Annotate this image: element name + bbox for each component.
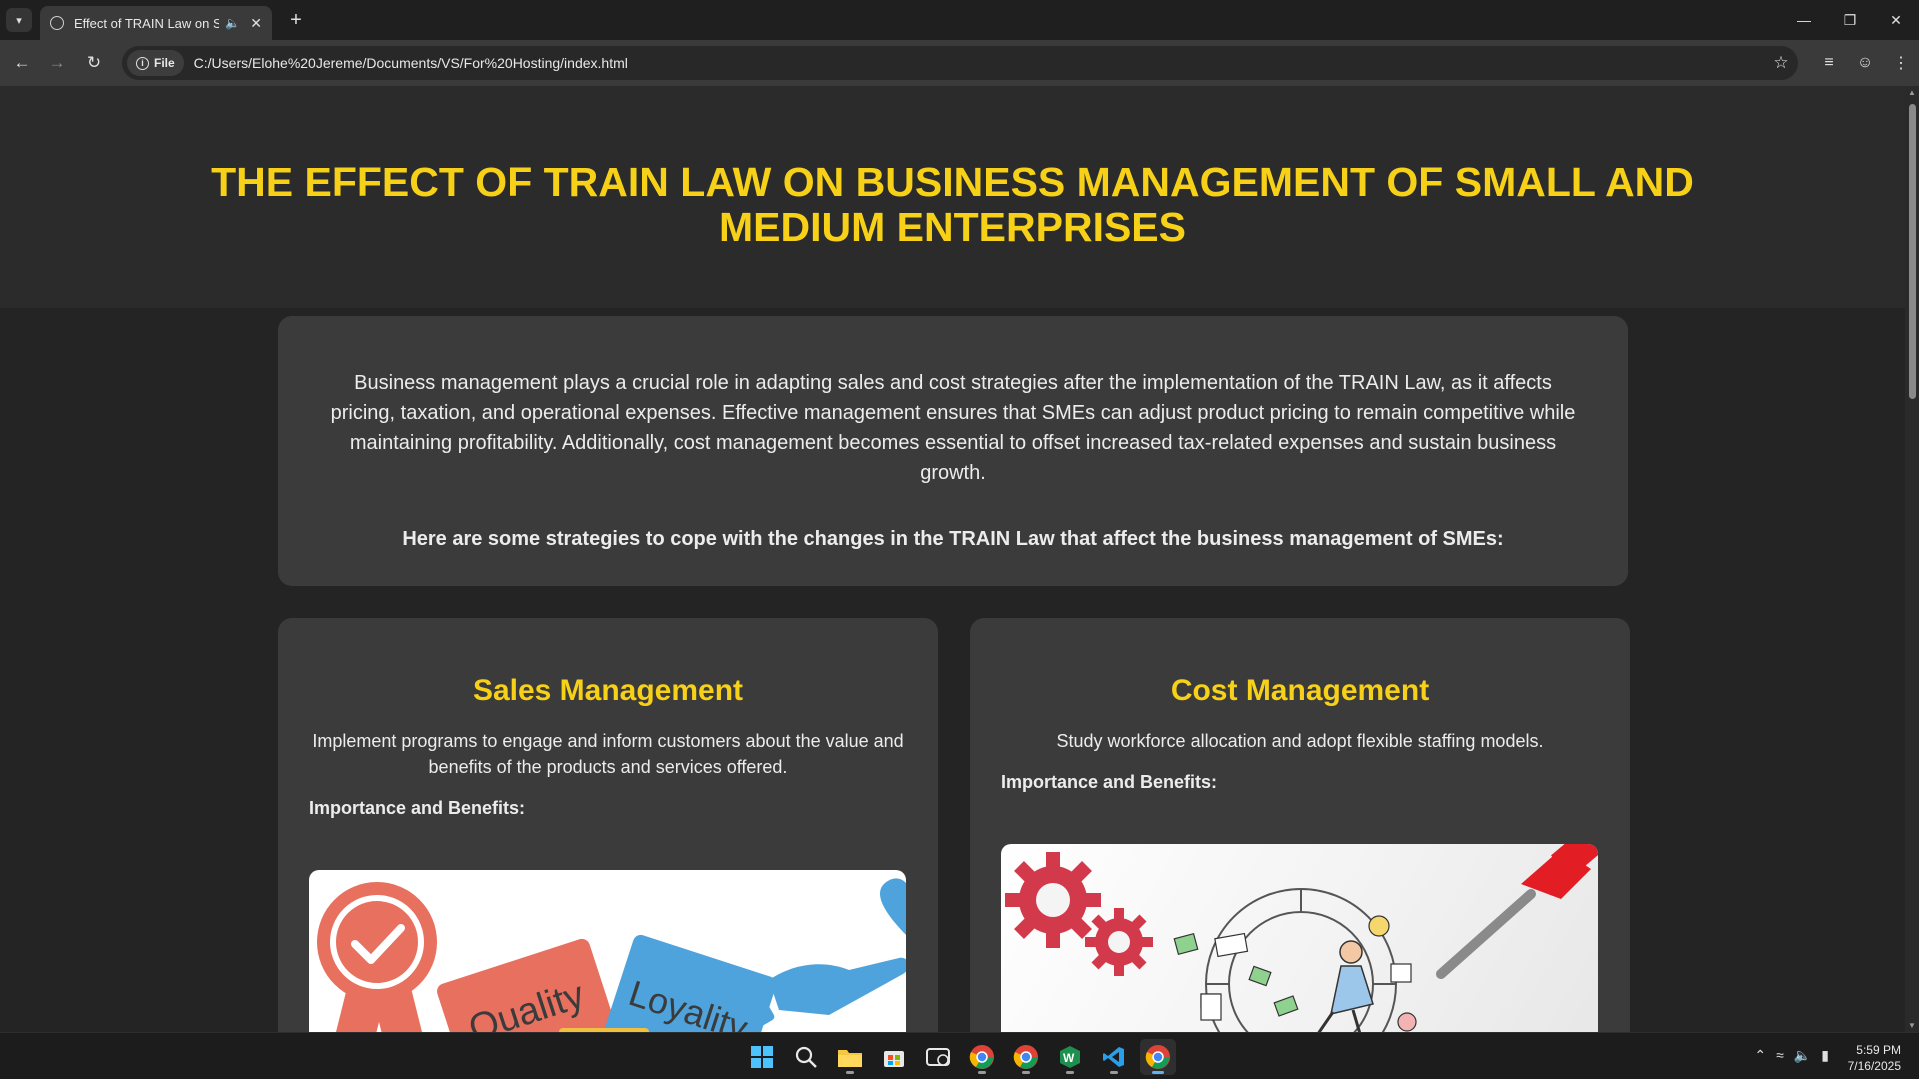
card-heading: Cost Management [1170,674,1430,707]
search-icon[interactable] [788,1039,824,1075]
screwdriver-icon [1436,844,1598,979]
browser-tab-active[interactable]: Effect of TRAIN Law on SMEs 🔈 ✕ [40,6,272,40]
sales-management-card: Sales Management Implement programs to e… [278,618,938,1032]
taskbar-clock[interactable]: 5:59 PM 7/16/2025 [1848,1042,1901,1074]
chevron-up-icon[interactable]: ⌃ [1754,1047,1766,1064]
reload-icon[interactable]: ↻ [82,51,106,75]
url-text[interactable]: C:/Users/Elohe%20Jereme/Documents/VS/For… [194,55,1764,71]
restore-icon[interactable]: ❐ [1827,0,1873,40]
page-viewport: THE EFFECT OF TRAIN LAW ON BUSINESS MANA… [0,86,1905,1032]
battery-icon[interactable]: ▮ [1821,1047,1829,1064]
vscode-icon[interactable] [1096,1039,1132,1075]
browser-tab-strip: ▾ Effect of TRAIN Law on SMEs 🔈 ✕ + — ❐ … [0,0,1919,40]
strategies-heading: Here are some strategies to cope with th… [402,528,1504,550]
remote-desktop-icon[interactable] [920,1039,956,1075]
benefits-label: Importance and Benefits: [309,798,526,818]
toolbar-right-actions: ≡ ☺ ⋮ [1811,51,1919,75]
new-tab-button[interactable]: + [284,8,308,32]
system-tray: ⌃ ≈ 🔈 ▮ [1754,1047,1829,1064]
benefits-label: Importance and Benefits: [1001,772,1218,792]
card-description: Implement programs to engage and inform … [312,731,904,777]
windows-taskbar: W ⌃ ≈ 🔈 ▮ 5:59 PM 7/16/2025 [0,1032,1919,1079]
card-description: Study workforce allocation and adopt fle… [1056,731,1544,751]
forward-icon[interactable]: → [45,51,69,75]
minimize-icon[interactable]: — [1781,0,1827,40]
site-info-chip[interactable]: i File [127,50,184,76]
scroll-up-arrow-icon[interactable]: ▲ [1908,88,1916,97]
tab-title: Effect of TRAIN Law on SMEs [74,15,220,31]
hamster-wheel-icon [1205,888,1397,1032]
clock-time: 5:59 PM [1856,1043,1901,1057]
window-controls: — ❐ ✕ [1781,0,1919,40]
gears-icon [1005,852,1153,976]
documents-icon [1173,915,1417,1032]
close-window-icon[interactable]: ✕ [1873,0,1919,40]
scrollbar-thumb[interactable] [1909,104,1916,399]
clock-date: 7/16/2025 [1847,1059,1901,1073]
taskbar-apps: W [744,1039,1176,1075]
windows-start-icon[interactable] [744,1039,780,1075]
quality-tag-icon: Quality [437,938,616,1032]
speaker-icon[interactable]: 🔈 [225,16,240,30]
bookmark-star-icon[interactable]: ☆ [1764,53,1798,73]
info-icon: i [136,56,149,70]
microsoft-store-icon[interactable] [876,1039,912,1075]
sales-illustration: Quality Loyality [309,870,906,1032]
reading-list-icon[interactable]: ≡ [1811,51,1847,75]
back-icon[interactable]: ← [10,51,34,75]
award-badge-icon [317,882,437,1032]
heart-hand-icon [729,878,906,1030]
file-explorer-icon[interactable] [832,1039,868,1075]
wifi-icon[interactable]: ≈ [1776,1047,1784,1064]
intro-paragraph: Business management plays a crucial role… [330,372,1576,484]
cost-illustration [1001,844,1598,1032]
card-heading: Sales Management [472,674,744,707]
profile-icon[interactable]: ☺ [1847,51,1883,75]
page-scrollbar[interactable]: ▲ ▼ [1905,86,1919,1032]
browser-toolbar: ← → ↻ i File C:/Users/Elohe%20Jereme/Doc… [0,40,1919,86]
volume-icon[interactable]: 🔈 [1794,1047,1811,1064]
cost-management-card: Cost Management Study workforce allocati… [970,618,1630,1032]
page-title: THE EFFECT OF TRAIN LAW ON BUSINESS MANA… [211,159,1694,250]
page-header: THE EFFECT OF TRAIN LAW ON BUSINESS MANA… [0,86,1905,308]
menu-kebab-icon[interactable]: ⋮ [1883,51,1919,75]
tab-search-button[interactable]: ▾ [6,8,32,32]
chrome-profile-2-icon[interactable] [1008,1039,1044,1075]
address-bar[interactable]: i File C:/Users/Elohe%20Jereme/Documents… [122,46,1798,80]
site-info-label: File [154,56,175,70]
scroll-down-arrow-icon[interactable]: ▼ [1908,1021,1916,1030]
chrome-icon[interactable] [1140,1039,1176,1075]
chrome-profile-1-icon[interactable] [964,1039,1000,1075]
globe-icon [50,16,64,30]
intro-panel: Business management plays a crucial role… [278,316,1628,586]
close-tab-icon[interactable]: ✕ [250,15,262,32]
svg-text:W: W [1063,1051,1075,1065]
app-w-icon[interactable]: W [1052,1039,1088,1075]
